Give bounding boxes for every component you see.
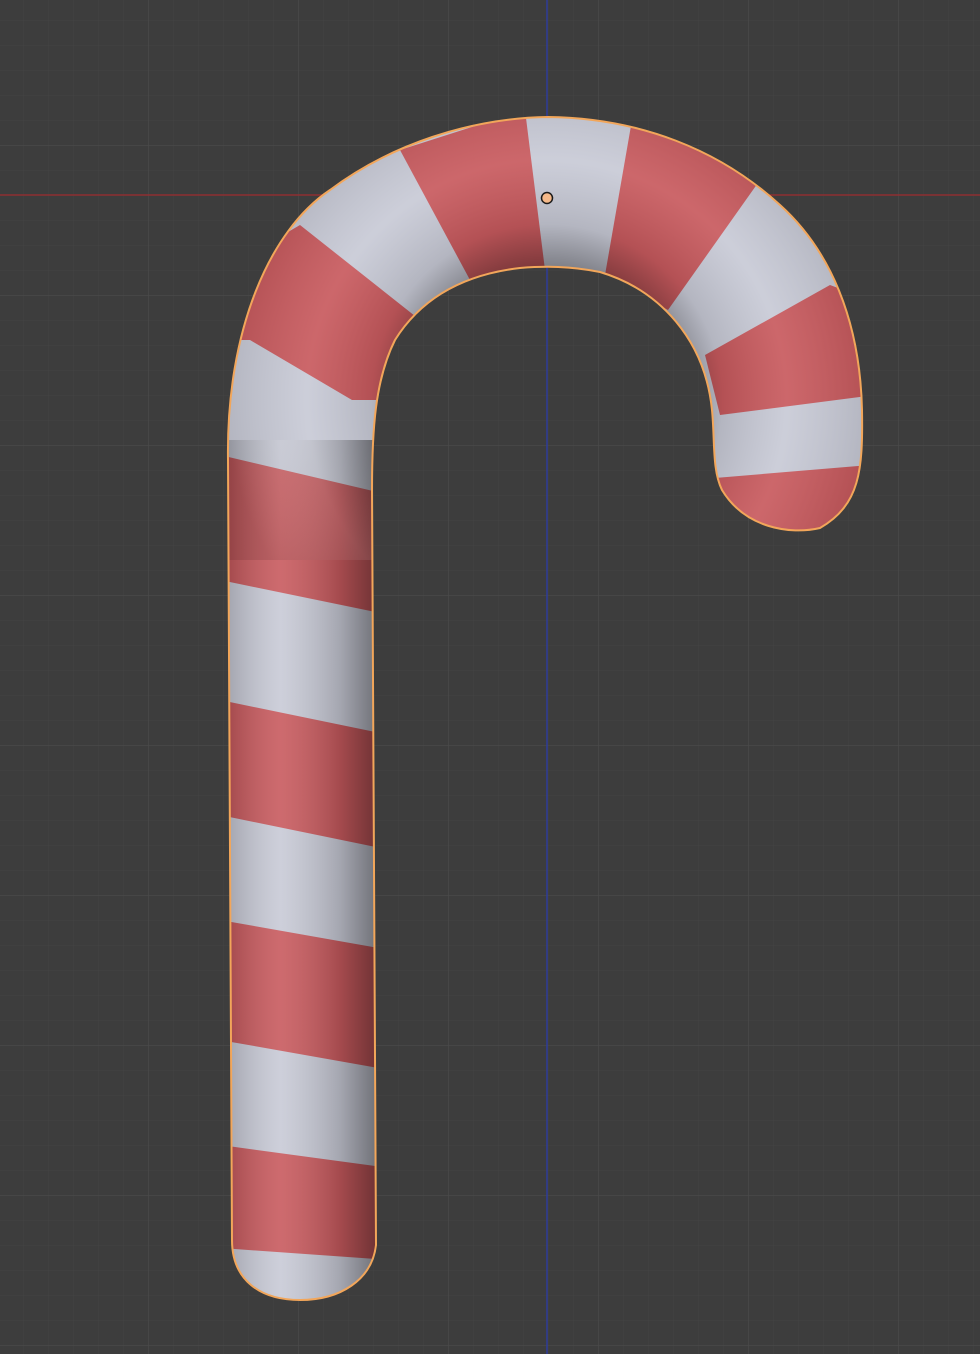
object-origin-marker[interactable] [540, 191, 554, 205]
viewport-canvas[interactable] [0, 0, 980, 1354]
3d-viewport[interactable] [0, 0, 980, 1354]
